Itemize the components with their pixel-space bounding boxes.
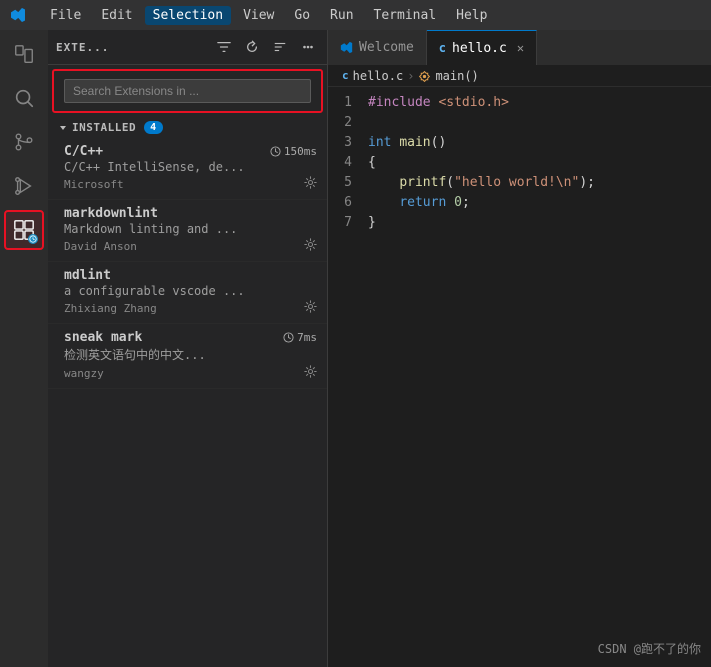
menu-bar: File Edit Selection View Go Run Terminal… — [42, 6, 495, 25]
ext-timing: 150ms — [270, 145, 317, 158]
breadcrumb-file: hello.c — [353, 69, 404, 83]
activity-bar — [0, 30, 48, 667]
menu-view[interactable]: View — [235, 6, 282, 25]
line-content-1: #include <stdio.h> — [368, 95, 509, 110]
extension-item[interactable]: sneak mark 7ms 检测英文语句中的中文... wangzy — [48, 324, 327, 389]
breadcrumb-separator: › — [407, 69, 414, 83]
breadcrumb-symbol: main() — [435, 69, 478, 83]
tab-welcome[interactable]: Welcome — [328, 30, 427, 65]
watermark: CSDN @跑不了的你 — [598, 640, 701, 657]
menu-file[interactable]: File — [42, 6, 89, 25]
line-number-4: 4 — [332, 155, 368, 170]
ext-author: Microsoft — [64, 178, 124, 191]
code-line-6: 6 return 0; — [328, 195, 711, 215]
gear-icon[interactable] — [304, 365, 317, 382]
gear-icon[interactable] — [304, 300, 317, 317]
ext-author: David Anson — [64, 240, 137, 253]
c-file-icon: c — [439, 41, 446, 55]
ext-author: wangzy — [64, 367, 104, 380]
breadcrumb: c hello.c › main() — [328, 65, 711, 87]
line-number-1: 1 — [332, 95, 368, 110]
search-extensions-input[interactable] — [64, 79, 311, 103]
extension-item[interactable]: C/C++ 150ms C/C++ IntelliSense, de... Mi… — [48, 138, 327, 200]
activity-source-control[interactable] — [4, 122, 44, 162]
activity-search[interactable] — [4, 78, 44, 118]
installed-section-header[interactable]: INSTALLED 4 — [48, 117, 327, 138]
line-number-6: 6 — [332, 195, 368, 210]
code-line-7: 7 } — [328, 215, 711, 235]
menu-edit[interactable]: Edit — [93, 6, 140, 25]
installed-label: INSTALLED — [72, 121, 136, 134]
ext-timing: 7ms — [283, 331, 317, 344]
sidebar-title: EXTE... — [56, 41, 207, 54]
line-number-5: 5 — [332, 175, 368, 190]
more-options-icon[interactable] — [297, 36, 319, 58]
refresh-icon[interactable] — [241, 36, 263, 58]
tab-hello-c-label: hello.c — [452, 41, 507, 56]
search-box-container — [52, 69, 323, 113]
main-area: EXTE... — [0, 30, 711, 667]
code-line-3: 3 int main() — [328, 135, 711, 155]
vscode-logo-icon — [10, 7, 26, 23]
chevron-down-icon — [58, 123, 68, 133]
menu-selection[interactable]: Selection — [145, 6, 231, 25]
code-editor[interactable]: 1 #include <stdio.h> 2 3 int main() 4 { … — [328, 87, 711, 667]
ext-description: a configurable vscode ... — [64, 284, 284, 298]
gear-icon[interactable] — [304, 176, 317, 193]
extension-list: C/C++ 150ms C/C++ IntelliSense, de... Mi… — [48, 138, 327, 389]
code-line-1: 1 #include <stdio.h> — [328, 95, 711, 115]
code-line-5: 5 printf("hello world!\n"); — [328, 175, 711, 195]
welcome-tab-icon — [340, 41, 353, 54]
menu-run[interactable]: Run — [322, 6, 361, 25]
line-content-6: return 0; — [368, 195, 470, 210]
line-content-3: int main() — [368, 135, 446, 150]
menu-go[interactable]: Go — [286, 6, 318, 25]
ext-name: sneak mark — [64, 330, 142, 345]
menu-help[interactable]: Help — [448, 6, 495, 25]
tab-hello-c[interactable]: c hello.c ✕ — [427, 30, 537, 65]
breadcrumb-c-icon: c — [342, 69, 349, 82]
line-number-7: 7 — [332, 215, 368, 230]
line-number-2: 2 — [332, 115, 368, 130]
line-content-5: printf("hello world!\n"); — [368, 175, 595, 190]
activity-explorer[interactable] — [4, 34, 44, 74]
extension-item[interactable]: mdlint a configurable vscode ... Zhixian… — [48, 262, 327, 324]
ext-description: 检测英文语句中的中文... — [64, 346, 284, 363]
editor-area: Welcome c hello.c ✕ c hello.c › main() 1 — [328, 30, 711, 667]
tab-welcome-label: Welcome — [359, 40, 414, 55]
ext-author: Zhixiang Zhang — [64, 302, 157, 315]
code-line-4: 4 { — [328, 155, 711, 175]
line-content-4: { — [368, 155, 376, 170]
tab-close-button[interactable]: ✕ — [517, 41, 524, 55]
line-content-7: } — [368, 215, 376, 230]
ext-name: markdownlint — [64, 206, 158, 221]
breadcrumb-symbol-icon — [418, 70, 431, 83]
activity-extensions[interactable] — [4, 210, 44, 250]
gear-icon[interactable] — [304, 238, 317, 255]
extension-item[interactable]: markdownlint Markdown linting and ... Da… — [48, 200, 327, 262]
ext-name: C/C++ — [64, 144, 103, 159]
sort-icon[interactable] — [269, 36, 291, 58]
extensions-sidebar: EXTE... — [48, 30, 328, 667]
ext-description: Markdown linting and ... — [64, 222, 284, 236]
filter-icon[interactable] — [213, 36, 235, 58]
ext-description: C/C++ IntelliSense, de... — [64, 160, 284, 174]
menu-terminal[interactable]: Terminal — [366, 6, 445, 25]
sidebar-header: EXTE... — [48, 30, 327, 65]
line-number-3: 3 — [332, 135, 368, 150]
ext-name: mdlint — [64, 268, 111, 283]
installed-badge: 4 — [144, 121, 163, 134]
activity-debug[interactable] — [4, 166, 44, 206]
tab-bar: Welcome c hello.c ✕ — [328, 30, 711, 65]
titlebar: File Edit Selection View Go Run Terminal… — [0, 0, 711, 30]
code-line-2: 2 — [328, 115, 711, 135]
